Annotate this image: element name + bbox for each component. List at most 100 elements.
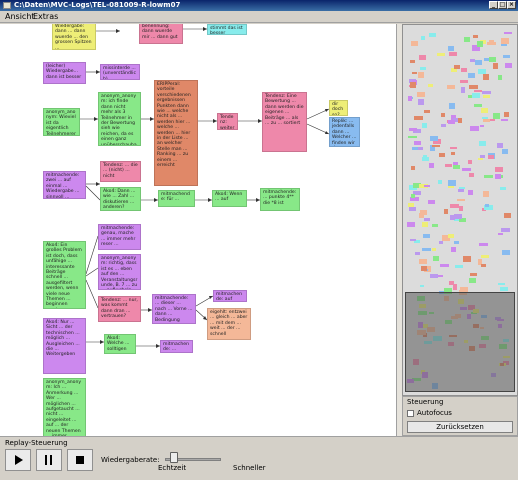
graph-node[interactable]: stimmt das ist besser [207,24,247,35]
overview-node [462,168,471,171]
app-icon [3,2,11,9]
graph-node[interactable]: eigehlt: entzwei ... gleich ... aber ...… [207,308,251,340]
overview-node [457,118,463,124]
overview-node [468,278,477,283]
graph-node[interactable]: mitmachende: zwei ... auf einmal ... Wie… [43,171,86,199]
overview-node [477,41,483,47]
overview-node [457,198,466,202]
graph-node[interactable]: Ako4: Ein großes Problem ist doch, dass … [43,241,86,309]
menu-extras[interactable]: Extras [33,12,58,22]
overview-node [493,113,500,119]
overview-node [487,41,496,45]
overview-node [431,144,441,148]
graph-node[interactable]: anonym_anonym: Wieviel ist da eigentlich… [43,108,80,136]
overview-node [504,63,513,69]
overview-node [409,82,417,89]
overview-node [441,123,447,127]
minimize-button[interactable]: _ [489,1,498,9]
graph-node[interactable]: dir doch so? [329,100,348,116]
steuerung-panel: Steuerung Autofocus Zurücksetzen [402,396,518,436]
overview-node [448,103,455,109]
overview-node [488,155,495,160]
graph-node[interactable]: ERIPPeral: vorteile verschiedenen ergebn… [154,80,198,186]
overview-node [482,119,490,122]
overview-node [459,80,468,84]
overview-node [432,255,439,262]
overview-node [437,274,443,278]
overview-node [504,212,512,218]
speed-tick-slow: Echtzeit [158,464,187,472]
graph-node[interactable]: Replik: ... jedenfalls dann ... Welcher … [329,117,360,147]
graph-node[interactable]: Tendenz: ... nur, was kommt dann dran ..… [98,296,141,322]
graph-node[interactable]: mitmachende: auf [213,290,247,302]
overview-node [502,249,510,255]
overview-node [428,163,435,168]
overview-node [449,215,455,221]
overview-node [494,174,502,179]
overview-node [499,287,509,292]
overview-node [472,35,478,38]
graph-node[interactable]: mitmachende: ... punkte 4** die *8 ist [260,188,300,211]
autofocus-checkbox[interactable] [407,410,414,417]
overview-viewport[interactable] [405,292,515,392]
overview-node [503,55,510,58]
graph-node[interactable]: Ako4: Welche ... solltigen [104,334,136,354]
overview-node [422,122,427,128]
overview-node [420,266,428,271]
menu-ansicht[interactable]: Ansicht [5,12,35,22]
overview-node [453,165,460,169]
overview-node [501,119,508,122]
overview-node [408,127,418,132]
overview-node [501,227,510,233]
reset-button[interactable]: Zurücksetzen [407,421,513,433]
discussion-graph-canvas[interactable]: Wiedergabe: dann ... dann wuerde ... den… [0,24,396,436]
graph-node[interactable]: Tendenz: weiter [217,113,238,130]
graph-node[interactable]: Ako4: Dann ... wie ... Zahl ... diskutie… [100,187,141,211]
overview-node [440,112,445,118]
overview-minimap[interactable] [402,24,518,396]
graph-node[interactable]: Ako4: Wenn ... auf [212,190,247,207]
overview-node [407,221,416,228]
pause-button[interactable] [36,449,62,471]
graph-node[interactable]: anonym_anonym: ich finde dann nicht mehr… [98,92,141,146]
overview-node [489,119,495,122]
graph-node[interactable]: missinterde ... (unverständlich) [100,64,140,80]
graph-node[interactable]: benennung: dann wuerde mir ... dann gut [139,24,183,44]
maximize-button[interactable]: □ [498,1,507,9]
overview-node [414,115,423,120]
close-button[interactable]: × [507,1,516,9]
overview-node [431,224,439,228]
overview-node [503,31,512,35]
overview-node [452,284,457,290]
graph-node[interactable]: Ako4: Nur ... Sicht ... der technischen … [43,318,86,374]
play-button[interactable] [5,449,31,471]
overview-node [478,141,487,146]
overview-node [428,33,437,37]
overview-node [463,256,472,263]
graph-node[interactable]: mitmachende: ... dieser ... nach ... Vor… [152,294,196,324]
graph-node[interactable]: mitmachende: ... anlegen !! [160,340,193,353]
graph-node[interactable]: Wiedergabe: dann ... dann wuerde ... den… [52,24,96,50]
overview-node [459,186,465,190]
graph-node[interactable]: (leicher) Wiedergabe... dann ist besser [43,62,86,84]
overview-node [488,57,497,62]
stop-button[interactable] [67,449,93,471]
replay-title: Replay-Steuerung [5,439,68,447]
overview-node [447,119,455,124]
speed-slider-thumb[interactable] [169,452,178,463]
overview-node [410,165,416,171]
overview-node [418,147,424,150]
graph-node[interactable]: Tendenz: ... die ... (nicht) ... nicht [100,161,141,182]
graph-node[interactable]: anonym_anonym: richtig, dass ist es ... … [98,254,141,290]
graph-node[interactable]: mitmachende: genau, mache ... immer mehr… [98,224,141,250]
graph-node[interactable]: mitmachende: für ... [158,190,195,207]
overview-node [474,59,482,65]
overview-node [440,264,449,268]
overview-node [422,247,431,251]
overview-node [501,149,508,154]
graph-node[interactable]: Tendenz: Eine Bewertung ... dann werden … [262,92,307,152]
overview-node [414,252,421,255]
graph-node[interactable]: anonym_anonym: Ich ... Anmerkung ... Wer… [43,378,86,436]
overview-node [460,87,466,94]
overview-node [493,62,498,69]
